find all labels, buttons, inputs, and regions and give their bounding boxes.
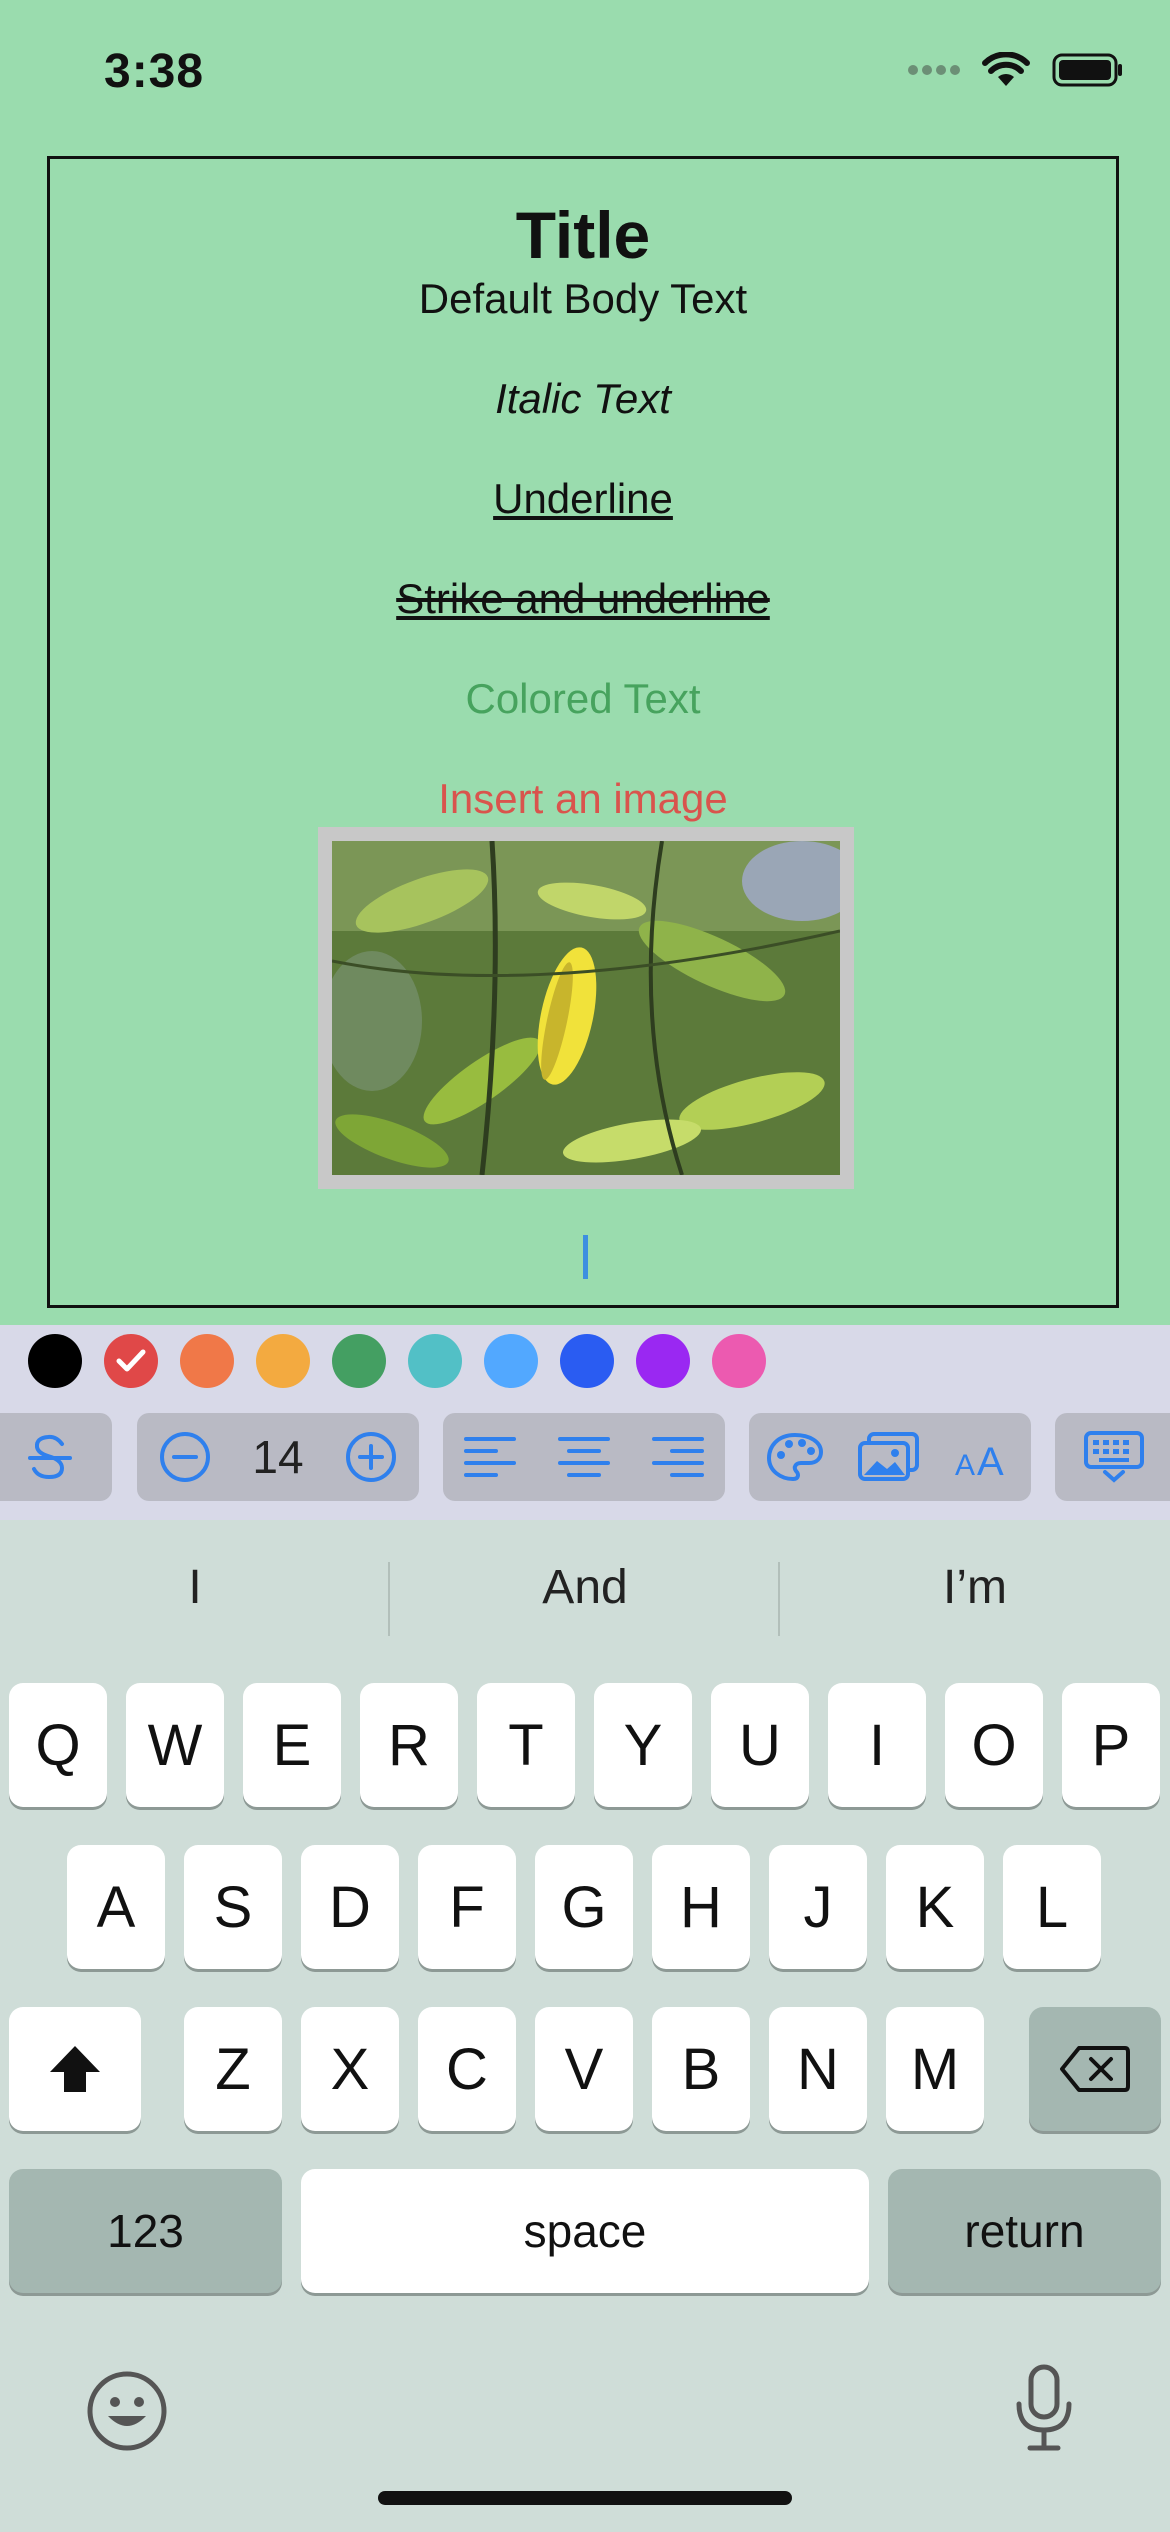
- suggestion-3[interactable]: I’m: [780, 1560, 1170, 1615]
- key-u[interactable]: U: [711, 1683, 809, 1807]
- space-key[interactable]: space: [301, 2169, 869, 2293]
- insert-group: A A: [749, 1413, 1031, 1501]
- colored-text: Colored Text: [465, 675, 701, 722]
- align-left-button[interactable]: [463, 1435, 517, 1479]
- color-picker-button[interactable]: [765, 1431, 825, 1483]
- key-x[interactable]: X: [301, 2007, 399, 2131]
- status-time: 3:38: [104, 45, 205, 98]
- color-swatch-black[interactable]: [28, 1334, 82, 1388]
- emoji-button[interactable]: [86, 2370, 168, 2457]
- inserted-image[interactable]: [318, 827, 854, 1189]
- key-q[interactable]: Q: [9, 1683, 107, 1807]
- key-m[interactable]: M: [886, 2007, 984, 2131]
- minus-circle-icon: [159, 1432, 210, 1482]
- suggestion-1[interactable]: I: [0, 1560, 390, 1615]
- decrease-font-size-button[interactable]: [157, 1429, 213, 1485]
- strikethrough-icon: [28, 1434, 72, 1480]
- body-text: Default Body Text: [418, 275, 748, 322]
- key-s[interactable]: S: [184, 1845, 282, 1969]
- color-swatch-orange[interactable]: [180, 1334, 234, 1388]
- emoji-icon: [87, 2371, 167, 2451]
- align-left-icon: [464, 1437, 516, 1477]
- key-f[interactable]: F: [418, 1845, 516, 1969]
- microphone-icon: [1016, 2364, 1072, 2451]
- svg-text:A: A: [955, 1449, 975, 1479]
- align-right-icon: [652, 1437, 704, 1477]
- text-size-icon: A A: [955, 1440, 1004, 1479]
- strikethrough-group: [0, 1413, 112, 1501]
- italic-text: Italic Text: [495, 375, 671, 422]
- align-center-icon: [558, 1437, 610, 1477]
- color-swatch-blue[interactable]: [560, 1334, 614, 1388]
- key-o[interactable]: O: [945, 1683, 1043, 1807]
- wifi-icon: [982, 51, 1030, 93]
- key-i[interactable]: I: [828, 1683, 926, 1807]
- alignment-group: [443, 1413, 725, 1501]
- numbers-key[interactable]: 123: [9, 2169, 282, 2293]
- key-b[interactable]: B: [652, 2007, 750, 2131]
- key-t[interactable]: T: [477, 1683, 575, 1807]
- key-v[interactable]: V: [535, 2007, 633, 2131]
- key-l[interactable]: L: [1003, 1845, 1101, 1969]
- rich-text-editor[interactable]: Title Default Body Text Italic Text Unde…: [47, 156, 1119, 1308]
- delete-key[interactable]: [1029, 2007, 1161, 2131]
- svg-text:A: A: [977, 1440, 1004, 1479]
- color-swatch-red[interactable]: [104, 1334, 158, 1388]
- home-indicator: [378, 2491, 792, 2505]
- key-p[interactable]: P: [1062, 1683, 1160, 1807]
- key-h[interactable]: H: [652, 1845, 750, 1969]
- color-swatch-green[interactable]: [332, 1334, 386, 1388]
- key-c[interactable]: C: [418, 2007, 516, 2131]
- plus-circle-icon: [346, 1432, 397, 1482]
- key-k[interactable]: K: [886, 1845, 984, 1969]
- strikethrough-button[interactable]: [26, 1430, 74, 1484]
- color-swatch-purple[interactable]: [636, 1334, 690, 1388]
- key-a[interactable]: A: [67, 1845, 165, 1969]
- key-y[interactable]: Y: [594, 1683, 692, 1807]
- font-style-button[interactable]: A A: [953, 1435, 1015, 1479]
- increase-font-size-button[interactable]: [343, 1429, 399, 1485]
- key-d[interactable]: D: [301, 1845, 399, 1969]
- underline-text: Underline: [493, 475, 673, 522]
- status-icons: [908, 51, 1124, 93]
- insert-image-prompt: Insert an image: [438, 775, 728, 822]
- dismiss-keyboard-button[interactable]: [1083, 1430, 1145, 1484]
- key-z[interactable]: Z: [184, 2007, 282, 2131]
- checkmark-icon: [116, 1349, 146, 1372]
- suggestion-2[interactable]: And: [390, 1560, 780, 1615]
- backspace-icon: [1060, 2046, 1130, 2092]
- photo-icon: [858, 1432, 919, 1481]
- shift-icon: [50, 2046, 100, 2092]
- key-g[interactable]: G: [535, 1845, 633, 1969]
- key-w[interactable]: W: [126, 1683, 224, 1807]
- strike-underline-text: Strike and underline: [396, 575, 770, 622]
- keyboard-dismiss-icon: [1084, 1431, 1144, 1483]
- font-size-stepper: 14: [137, 1413, 419, 1501]
- leaf-photo: [332, 841, 840, 1175]
- return-key[interactable]: return: [888, 2169, 1161, 2293]
- battery-icon: [1052, 52, 1124, 93]
- dictation-button[interactable]: [1012, 2364, 1076, 2457]
- text-cursor: [583, 1235, 588, 1279]
- color-swatch-teal[interactable]: [408, 1334, 462, 1388]
- align-right-button[interactable]: [651, 1435, 705, 1479]
- align-center-button[interactable]: [557, 1435, 611, 1479]
- title-text: Title: [515, 198, 651, 272]
- font-size-value: 14: [252, 1431, 304, 1483]
- insert-image-button[interactable]: [857, 1431, 921, 1483]
- key-n[interactable]: N: [769, 2007, 867, 2131]
- color-swatch-light-blue[interactable]: [484, 1334, 538, 1388]
- keyboard-group: [1055, 1413, 1170, 1501]
- key-e[interactable]: E: [243, 1683, 341, 1807]
- palette-icon: [766, 1432, 824, 1482]
- shift-key[interactable]: [9, 2007, 141, 2131]
- color-swatch-pink[interactable]: [712, 1334, 766, 1388]
- color-swatch-amber[interactable]: [256, 1334, 310, 1388]
- cellular-signal-icon: [908, 62, 960, 83]
- key-r[interactable]: R: [360, 1683, 458, 1807]
- key-j[interactable]: J: [769, 1845, 867, 1969]
